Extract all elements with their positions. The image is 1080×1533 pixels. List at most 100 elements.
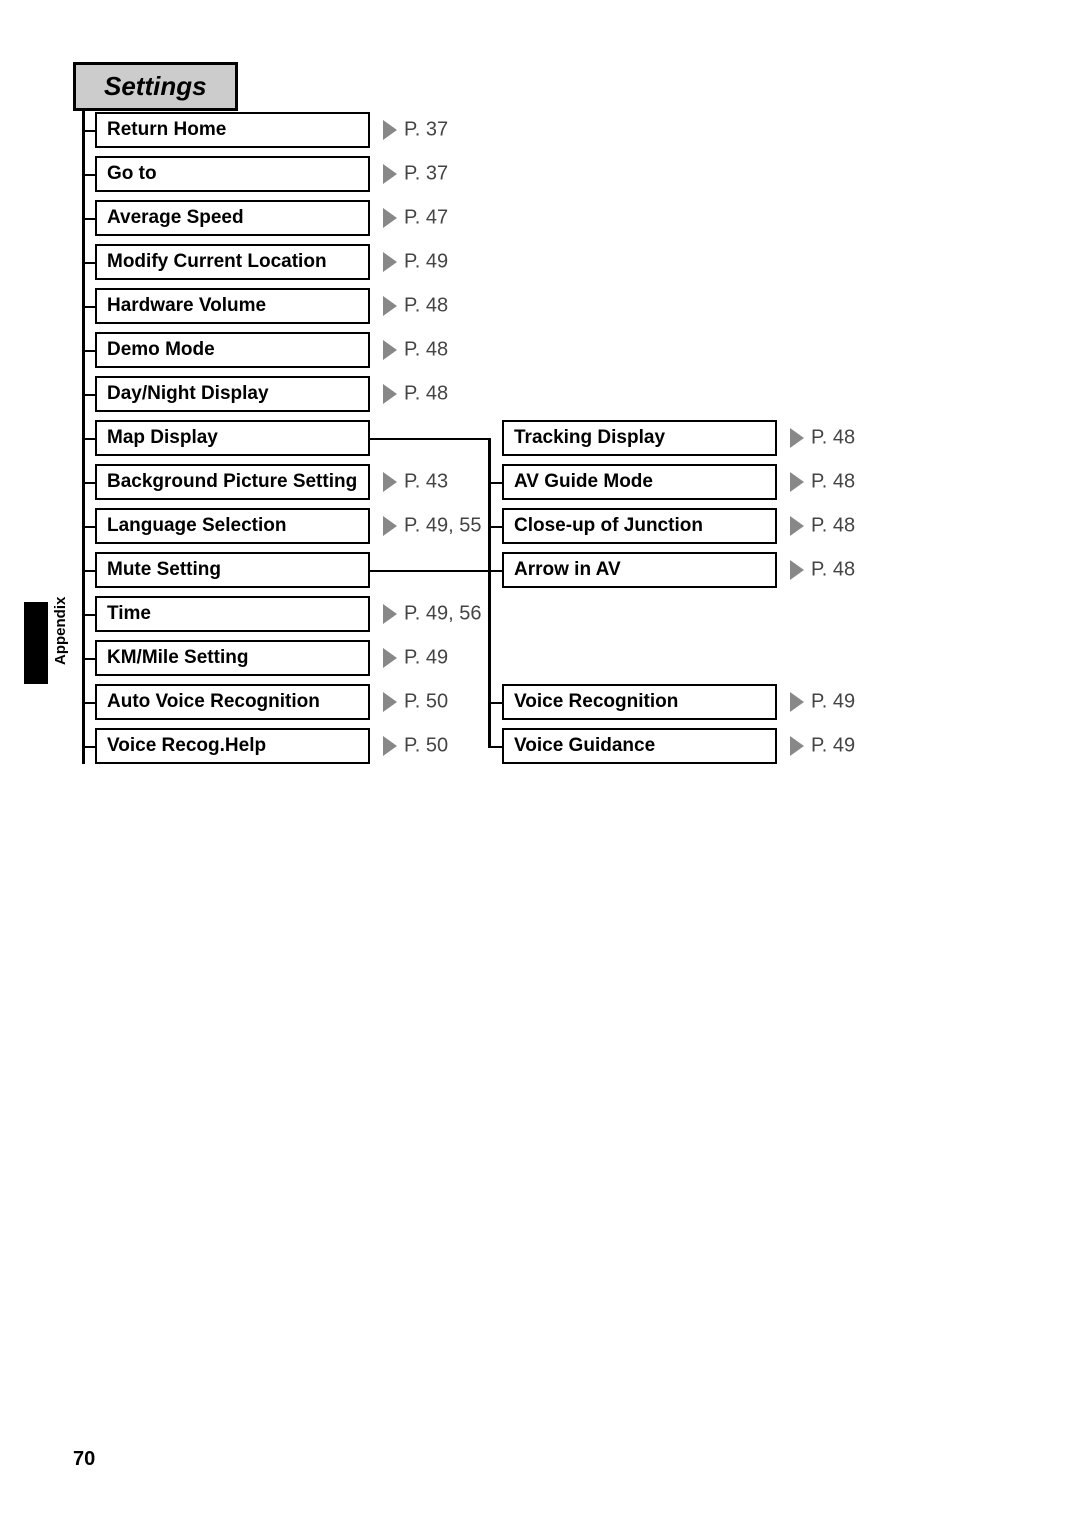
- tree-connector: [82, 218, 96, 220]
- item-label: Voice Recognition: [514, 691, 678, 712]
- settings-header: Settings: [73, 62, 238, 111]
- item-hardware-volume[interactable]: Hardware Volume: [95, 288, 370, 324]
- arrow-icon: [383, 736, 397, 756]
- tree-connector: [82, 438, 96, 440]
- tree-connector: [488, 526, 502, 528]
- item-voice-help[interactable]: Voice Recog.Help: [95, 728, 370, 764]
- item-go-to[interactable]: Go to: [95, 156, 370, 192]
- arrow-icon: [383, 164, 397, 184]
- arrow-icon: [383, 340, 397, 360]
- tree-connector: [370, 438, 490, 440]
- tree-connector: [82, 174, 96, 176]
- item-label: Go to: [107, 163, 157, 184]
- item-label: Voice Guidance: [514, 735, 655, 756]
- arrow-icon: [383, 296, 397, 316]
- page-ref: P. 49: [811, 691, 855, 714]
- arrow-icon: [790, 516, 804, 536]
- item-label: Arrow in AV: [514, 559, 621, 580]
- item-km-mile[interactable]: KM/Mile Setting: [95, 640, 370, 676]
- page: Appendix Settings Return Home P. 37 Go t…: [0, 0, 1080, 1533]
- item-label: KM/Mile Setting: [107, 647, 248, 668]
- tree-connector: [82, 570, 96, 572]
- arrow-icon: [383, 648, 397, 668]
- arrow-icon: [790, 472, 804, 492]
- tree-connector: [82, 130, 96, 132]
- tree-connector: [488, 702, 502, 704]
- arrow-icon: [790, 560, 804, 580]
- arrow-icon: [383, 604, 397, 624]
- item-label: Background Picture Setting: [107, 471, 357, 492]
- page-ref: P. 48: [811, 471, 855, 494]
- arrow-icon: [383, 252, 397, 272]
- arrow-icon: [383, 472, 397, 492]
- page-ref: P. 48: [404, 383, 448, 406]
- item-label: Demo Mode: [107, 339, 215, 360]
- arrow-icon: [383, 384, 397, 404]
- item-label: Tracking Display: [514, 427, 665, 448]
- item-label: Modify Current Location: [107, 251, 327, 272]
- item-average-speed[interactable]: Average Speed: [95, 200, 370, 236]
- page-ref: P. 48: [811, 559, 855, 582]
- item-label: Return Home: [107, 119, 226, 140]
- tree-connector: [82, 746, 96, 748]
- item-demo-mode[interactable]: Demo Mode: [95, 332, 370, 368]
- item-label: Time: [107, 603, 151, 624]
- appendix-tab: [24, 602, 48, 684]
- tree-connector: [82, 614, 96, 616]
- arrow-icon: [383, 692, 397, 712]
- arrow-icon: [383, 120, 397, 140]
- item-modify-location[interactable]: Modify Current Location: [95, 244, 370, 280]
- tree-connector: [82, 394, 96, 396]
- item-voice-guidance[interactable]: Voice Guidance: [502, 728, 777, 764]
- item-label: Day/Night Display: [107, 383, 269, 404]
- page-ref: P. 48: [811, 427, 855, 450]
- arrow-icon: [790, 736, 804, 756]
- tree-connector: [82, 350, 96, 352]
- item-mute[interactable]: Mute Setting: [95, 552, 370, 588]
- tree-connector: [82, 526, 96, 528]
- item-av-guide[interactable]: AV Guide Mode: [502, 464, 777, 500]
- subtree-trunk-b: [488, 570, 491, 748]
- page-ref: P. 50: [404, 691, 448, 714]
- item-time[interactable]: Time: [95, 596, 370, 632]
- page-ref: P. 48: [404, 295, 448, 318]
- item-label: Map Display: [107, 427, 218, 448]
- item-closeup-junction[interactable]: Close-up of Junction: [502, 508, 777, 544]
- item-day-night[interactable]: Day/Night Display: [95, 376, 370, 412]
- arrow-icon: [383, 516, 397, 536]
- tree-connector: [488, 746, 502, 748]
- item-language[interactable]: Language Selection: [95, 508, 370, 544]
- page-ref: P. 49, 55: [404, 515, 481, 538]
- page-ref: P. 49, 56: [404, 603, 481, 626]
- item-bg-picture[interactable]: Background Picture Setting: [95, 464, 370, 500]
- item-arrow-av[interactable]: Arrow in AV: [502, 552, 777, 588]
- item-label: Voice Recog.Help: [107, 735, 266, 756]
- item-label: Average Speed: [107, 207, 244, 228]
- item-label: Hardware Volume: [107, 295, 266, 316]
- appendix-label: Appendix: [52, 597, 69, 665]
- tree-connector: [82, 658, 96, 660]
- item-auto-voice[interactable]: Auto Voice Recognition: [95, 684, 370, 720]
- page-ref: P. 48: [404, 339, 448, 362]
- page-ref: P. 47: [404, 207, 448, 230]
- item-label: Close-up of Junction: [514, 515, 703, 536]
- tree-connector: [82, 482, 96, 484]
- tree-connector: [370, 570, 490, 572]
- tree-connector: [82, 262, 96, 264]
- arrow-icon: [383, 208, 397, 228]
- page-ref: P. 50: [404, 735, 448, 758]
- page-ref: P. 49: [811, 735, 855, 758]
- tree-connector: [82, 306, 96, 308]
- subtree-trunk-a: [488, 438, 491, 572]
- arrow-icon: [790, 692, 804, 712]
- arrow-icon: [790, 428, 804, 448]
- item-map-display[interactable]: Map Display: [95, 420, 370, 456]
- settings-header-text: Settings: [104, 71, 207, 101]
- item-tracking-display[interactable]: Tracking Display: [502, 420, 777, 456]
- item-label: AV Guide Mode: [514, 471, 653, 492]
- item-return-home[interactable]: Return Home: [95, 112, 370, 148]
- page-number: 70: [73, 1448, 95, 1471]
- page-ref: P. 49: [404, 647, 448, 670]
- item-voice-recognition[interactable]: Voice Recognition: [502, 684, 777, 720]
- tree-connector: [82, 702, 96, 704]
